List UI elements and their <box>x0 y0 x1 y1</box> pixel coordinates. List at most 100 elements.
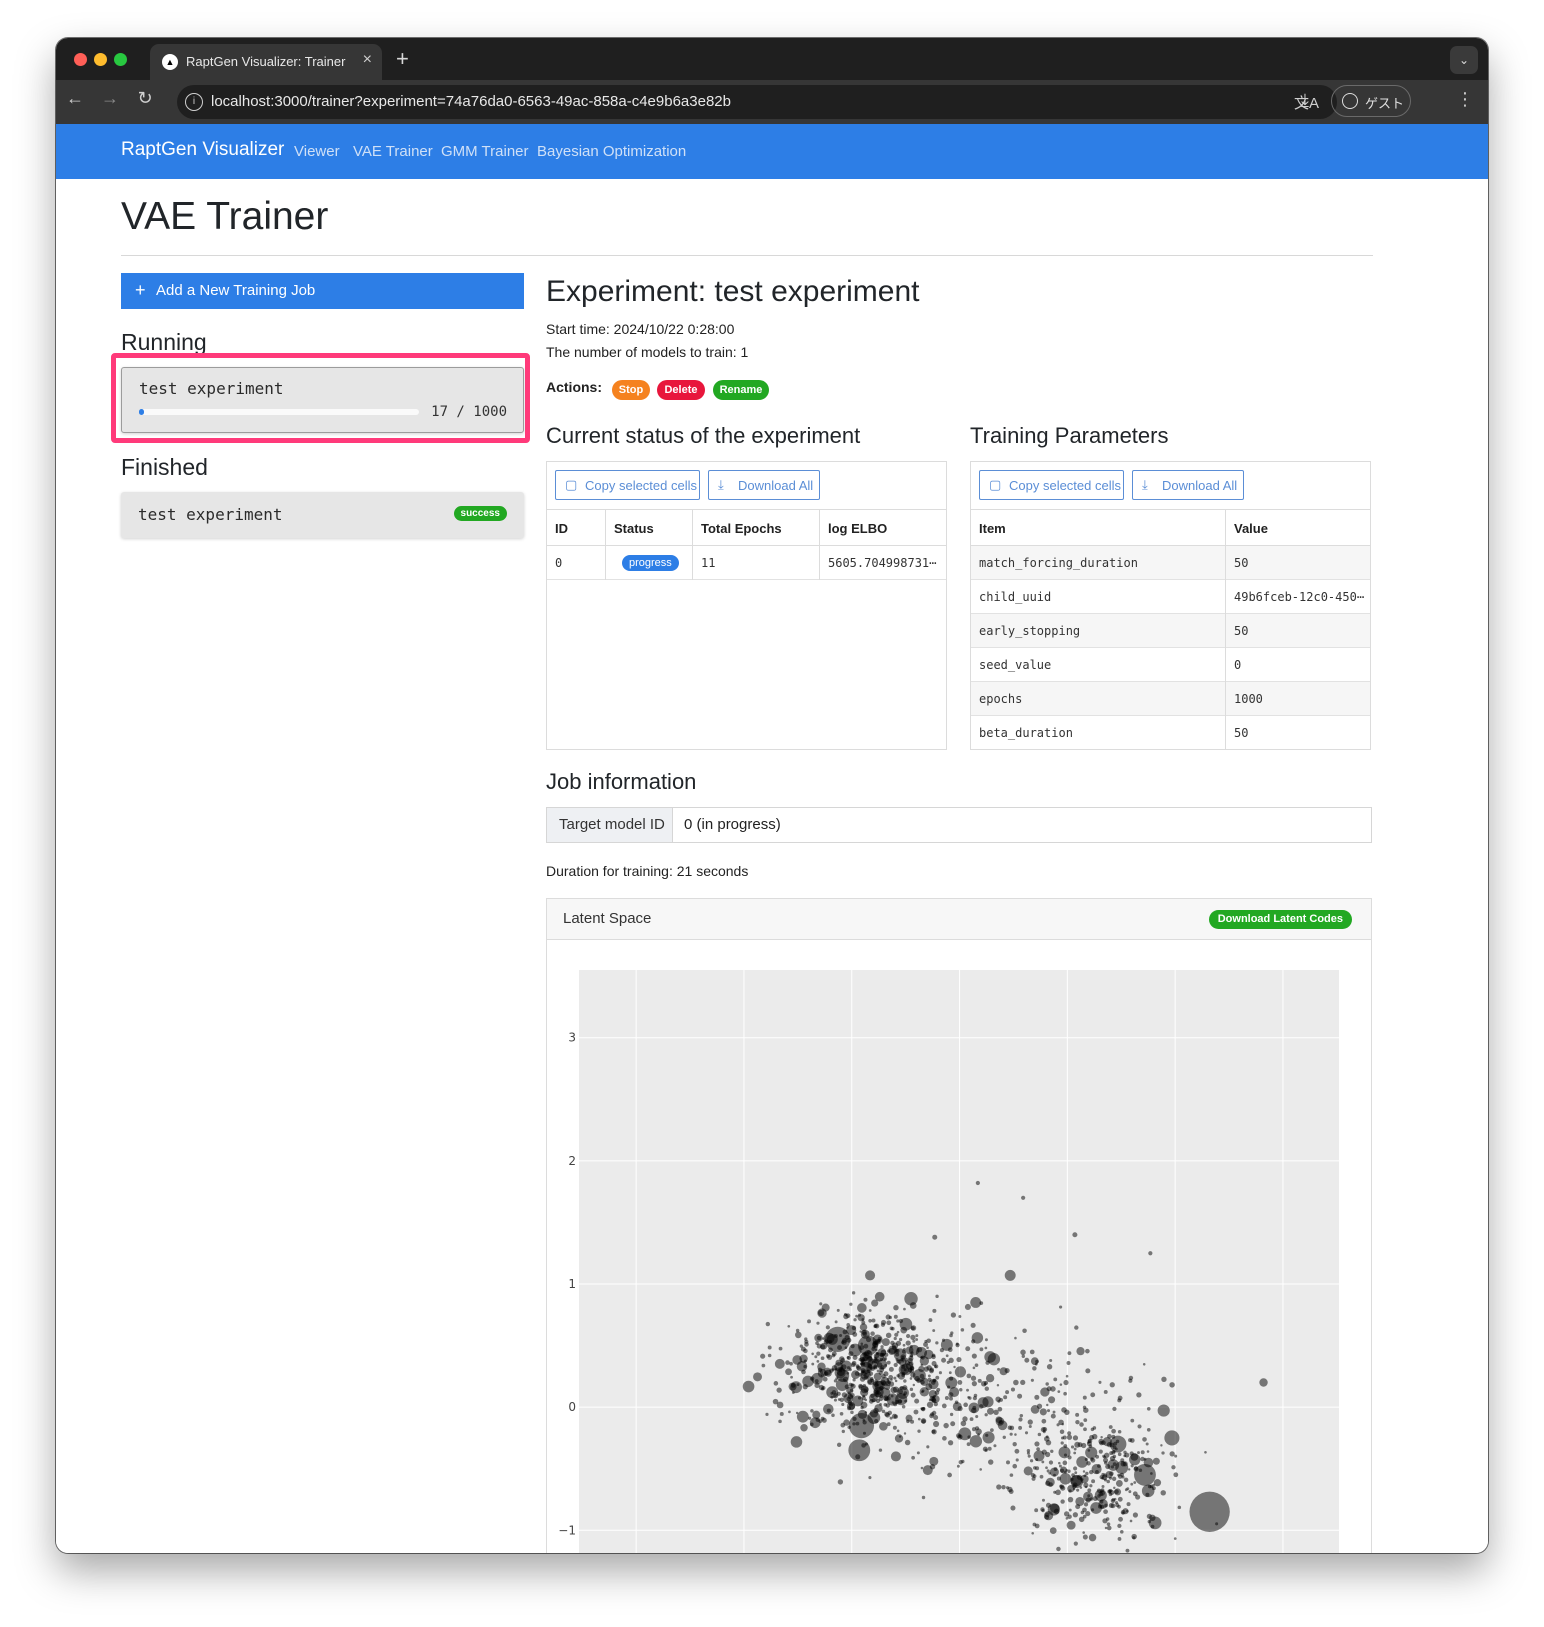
scatter-point <box>1160 1444 1163 1447</box>
scatter-point <box>936 1387 941 1392</box>
status-cell-epochs[interactable]: 11 <box>701 556 715 570</box>
nav-link-bayesian-optimization[interactable]: Bayesian Optimization <box>537 143 686 160</box>
finished-job-card[interactable]: test experiment success <box>121 492 524 538</box>
scatter-point <box>971 1381 977 1387</box>
back-arrow-icon[interactable]: ← <box>62 88 88 109</box>
param-item[interactable]: seed_value <box>979 658 1051 672</box>
reload-icon[interactable]: ↻ <box>132 88 158 109</box>
scatter-point <box>834 1320 838 1324</box>
scatter-point <box>979 1347 984 1352</box>
status-cell-log-elbo[interactable]: 5605.704998731⋯ <box>828 556 936 570</box>
param-item[interactable]: epochs <box>979 692 1022 706</box>
target-model-value[interactable]: 0 (in progress) <box>684 816 781 833</box>
scatter-point <box>826 1354 830 1359</box>
params-download-all-button[interactable]: ⤓ Download All <box>1132 470 1244 500</box>
scatter-point <box>1111 1498 1115 1502</box>
latent-space-scatter-plot[interactable]: 3 2 1 0 −1 <box>547 940 1371 1553</box>
scatter-point <box>761 1363 766 1368</box>
scatter-point <box>1086 1461 1091 1466</box>
status-cell-id[interactable]: 0 <box>555 556 562 570</box>
scatter-point <box>1106 1525 1112 1531</box>
status-col-log-elbo[interactable]: log ELBO <box>828 521 887 536</box>
scatter-point <box>896 1319 900 1323</box>
param-value[interactable]: 1000 <box>1234 692 1263 706</box>
new-tab-icon[interactable]: + <box>396 46 409 72</box>
status-col-status[interactable]: Status <box>614 521 654 536</box>
status-download-all-button[interactable]: ⤓ Download All <box>708 470 820 500</box>
param-value[interactable]: 49b6fceb-12c0-450⋯ <box>1234 590 1364 604</box>
start-time-text: Start time: 2024/10/22 0:28:00 <box>546 321 735 337</box>
scatter-point <box>1123 1454 1127 1458</box>
browser-menu-icon[interactable]: ⋮ <box>1456 89 1474 110</box>
scatter-point <box>941 1357 947 1363</box>
nav-link-gmm-trainer[interactable]: GMM Trainer <box>441 143 529 160</box>
scatter-point <box>934 1364 939 1369</box>
scatter-point <box>910 1419 915 1424</box>
scatter-point <box>841 1402 845 1407</box>
scatter-point <box>972 1405 977 1410</box>
delete-button[interactable]: Delete <box>657 380 705 400</box>
scatter-point <box>958 1387 963 1392</box>
param-item[interactable]: match_forcing_duration <box>979 556 1138 570</box>
browser-tab[interactable]: ▲ RaptGen Visualizer: Trainer × <box>150 44 382 80</box>
scatter-point <box>1130 1452 1139 1461</box>
site-info-icon[interactable]: i <box>185 93 203 111</box>
scatter-point <box>767 1353 772 1358</box>
table-row[interactable]: child_uuid 49b6fceb-12c0-450⋯ <box>971 580 1370 614</box>
param-value[interactable]: 0 <box>1234 658 1241 672</box>
params-copy-cells-button[interactable]: ▢ Copy selected cells <box>979 470 1124 500</box>
status-col-total-epochs[interactable]: Total Epochs <box>701 521 782 536</box>
params-col-item[interactable]: Item <box>979 521 1006 536</box>
scatter-point <box>1067 1455 1072 1460</box>
scatter-point <box>840 1422 846 1428</box>
table-row[interactable]: beta_duration 50 <box>971 716 1370 750</box>
rename-button[interactable]: Rename <box>713 380 769 400</box>
param-value[interactable]: 50 <box>1234 556 1248 570</box>
address-url[interactable]: localhost:3000/trainer?experiment=74a76d… <box>211 93 731 110</box>
param-value[interactable]: 50 <box>1234 726 1248 740</box>
stop-button[interactable]: Stop <box>612 380 650 400</box>
scatter-point <box>807 1319 812 1324</box>
status-table-header: ID Status Total Epochs log ELBO <box>547 509 946 546</box>
add-training-job-button[interactable]: + Add a New Training Job <box>121 273 524 309</box>
nav-link-viewer[interactable]: Viewer <box>294 143 340 160</box>
scatter-point <box>851 1291 856 1295</box>
scatter-point <box>850 1410 854 1415</box>
scatter-point <box>988 1459 994 1465</box>
tab-search-chevron-icon[interactable]: ⌄ <box>1450 46 1478 74</box>
download-latent-codes-button[interactable]: Download Latent Codes <box>1208 910 1352 929</box>
param-item[interactable]: early_stopping <box>979 624 1080 638</box>
downloads-icon[interactable]: ⤓ <box>1301 90 1309 111</box>
scatter-point <box>1107 1489 1112 1494</box>
scatter-point <box>922 1465 933 1476</box>
param-item[interactable]: beta_duration <box>979 726 1073 740</box>
scatter-point <box>796 1410 809 1423</box>
scatter-point <box>921 1495 926 1500</box>
scatter-point <box>1036 1447 1040 1451</box>
scatter-point <box>975 1180 980 1186</box>
profile-button[interactable]: ゲスト <box>1331 85 1411 117</box>
table-row[interactable]: match_forcing_duration 50 <box>971 546 1370 580</box>
navbar-brand[interactable]: RaptGen Visualizer <box>121 139 284 161</box>
address-bar[interactable]: i localhost:3000/trainer?experiment=74a7… <box>177 85 1337 119</box>
scatter-point <box>1066 1361 1071 1366</box>
params-col-value[interactable]: Value <box>1234 521 1268 536</box>
table-row[interactable]: epochs 1000 <box>971 682 1370 716</box>
nav-link-vae-trainer[interactable]: VAE Trainer <box>353 143 433 160</box>
minimize-window-button[interactable] <box>94 53 107 66</box>
scatter-point <box>974 1426 980 1431</box>
table-row[interactable]: seed_value 0 <box>971 648 1370 682</box>
status-col-id[interactable]: ID <box>555 521 568 536</box>
close-window-button[interactable] <box>74 53 87 66</box>
forward-arrow-icon[interactable]: → <box>97 88 123 109</box>
close-tab-icon[interactable]: × <box>363 51 372 69</box>
table-row[interactable]: early_stopping 50 <box>971 614 1370 648</box>
scatter-point <box>910 1351 914 1355</box>
param-value[interactable]: 50 <box>1234 624 1248 638</box>
table-row[interactable]: 0 progress 11 5605.704998731⋯ <box>547 546 946 580</box>
scatter-point <box>1053 1508 1060 1515</box>
param-item[interactable]: child_uuid <box>979 590 1051 604</box>
status-copy-cells-button[interactable]: ▢ Copy selected cells <box>555 470 700 500</box>
zoom-window-button[interactable] <box>114 53 127 66</box>
scatter-point <box>984 1346 988 1350</box>
